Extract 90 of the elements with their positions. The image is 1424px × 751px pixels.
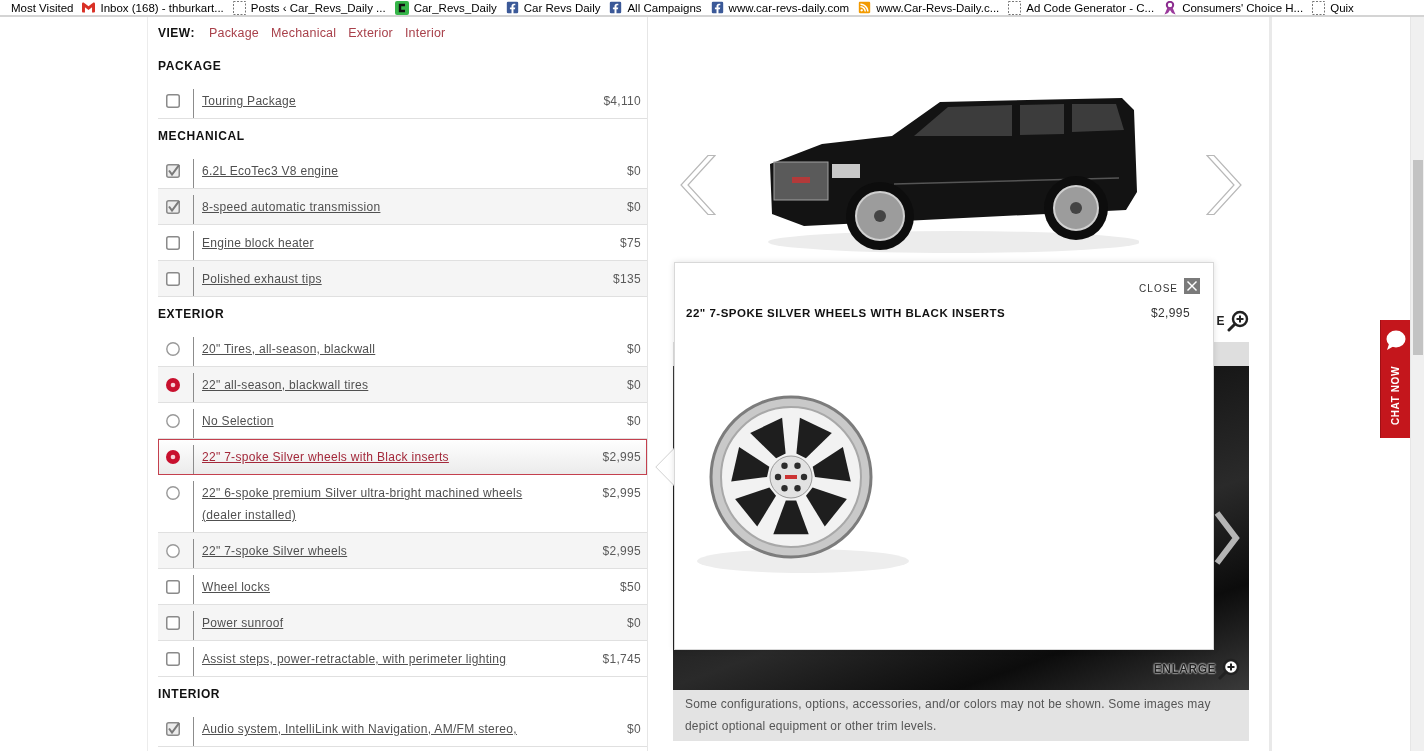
- bookmark-item[interactable]: Consumers' Choice H...: [1163, 0, 1304, 15]
- rss-icon: [858, 1, 872, 14]
- chat-bubble-icon: [1385, 330, 1406, 350]
- option-link[interactable]: Polished exhaust tips: [202, 268, 322, 290]
- chat-now-button[interactable]: CHAT NOW: [1380, 320, 1410, 438]
- radio-button[interactable]: [166, 342, 180, 356]
- option-link[interactable]: Touring Package: [202, 90, 296, 112]
- page-icon: [1008, 0, 1022, 15]
- view-link[interactable]: Package: [208, 26, 259, 40]
- bookmark-item[interactable]: Car_Revs_Daily: [394, 0, 497, 15]
- scrollbar-thumb[interactable]: [1412, 160, 1423, 355]
- bookmark-item[interactable]: Most Visited: [11, 0, 74, 15]
- option-link[interactable]: 22" 7-spoke Silver wheels: [202, 540, 348, 562]
- option-link[interactable]: Wheel locks: [202, 576, 270, 598]
- option-link[interactable]: Audio system, IntelliLink with Navigation, AM/FM stereo,: [202, 718, 517, 740]
- option-price: $2,995: [601, 543, 642, 560]
- mail-icon: [82, 1, 96, 14]
- option-link[interactable]: 22" 6-spoke premium Silver ultra-bright machined wheels (dealer installed): [202, 482, 555, 526]
- enlarge-button[interactable]: E: [1216, 310, 1249, 332]
- view-link[interactable]: Interior: [404, 26, 446, 40]
- radio-button[interactable]: [166, 486, 180, 500]
- option-price: $2,995: [601, 449, 642, 466]
- checkbox[interactable]: [166, 580, 180, 594]
- section-heading: EXTERIOR: [158, 306, 226, 323]
- option-price: $0: [626, 199, 642, 216]
- ribbon-icon: [1163, 0, 1178, 15]
- radio-button[interactable]: [166, 414, 180, 428]
- option-price: $1,745: [601, 651, 642, 668]
- radio-button[interactable]: [166, 378, 180, 392]
- option-price: $4,110: [602, 93, 642, 110]
- facebook-icon: [505, 1, 519, 14]
- option-link[interactable]: 22" 7-spoke Silver wheels with Black inserts: [202, 446, 449, 468]
- page-icon: [1312, 0, 1326, 15]
- view-label: VIEW:: [158, 26, 195, 40]
- checkbox[interactable]: [166, 272, 180, 286]
- section-heading: MECHANICAL: [158, 128, 246, 145]
- checkbox[interactable]: [166, 722, 180, 736]
- page-icon: [232, 0, 246, 15]
- popup-title: 22" 7-SPOKE SILVER WHEELS WITH BLACK INSERTS: [686, 306, 1006, 321]
- bookmark-item[interactable]: Inbox (168) - thburkart...: [82, 0, 224, 15]
- checkbox[interactable]: [166, 200, 180, 214]
- option-price: $50: [619, 579, 642, 596]
- option-price: $135: [612, 271, 642, 288]
- popup-price: $2,995: [1150, 305, 1190, 321]
- bookmark-item[interactable]: www.car-revs-daily.com: [710, 0, 850, 15]
- bookmark-item[interactable]: Car Revs Daily: [505, 0, 601, 15]
- bookmark-item[interactable]: www.Car-Revs-Daily.c...: [858, 0, 1000, 15]
- bookmark-item[interactable]: Posts ‹ Car_Revs_Daily ...: [232, 0, 386, 15]
- option-price: $0: [626, 341, 642, 358]
- option-price: $0: [626, 413, 642, 430]
- close-icon: [1184, 278, 1200, 294]
- option-link[interactable]: 6.2L EcoTec3 V8 engine: [202, 160, 339, 182]
- disclaimer-text: Some configurations, options, accessories, and/or colors may not be shown. Some images may depict optional equipment or other trim levels.: [673, 690, 1249, 741]
- bookmark-item[interactable]: Ad Code Generator - C...: [1008, 0, 1155, 15]
- enlarge-button[interactable]: ENLARGE: [1153, 658, 1240, 680]
- radio-button[interactable]: [166, 544, 180, 558]
- checkbox[interactable]: [166, 236, 180, 250]
- facebook-icon: [609, 1, 623, 14]
- option-link[interactable]: 20" Tires, all-season, blackwall: [202, 338, 376, 360]
- option-link[interactable]: Power sunroof: [202, 612, 284, 634]
- option-link[interactable]: Engine block heater: [202, 232, 314, 254]
- section-heading: INTERIOR: [158, 686, 222, 703]
- zoom-in-icon: [1227, 310, 1249, 332]
- scrollbar[interactable]: [1410, 17, 1424, 751]
- checkbox[interactable]: [166, 94, 180, 108]
- zoom-in-icon: [1218, 658, 1240, 680]
- checkbox[interactable]: [166, 164, 180, 178]
- section-heading: PACKAGE: [158, 58, 223, 75]
- option-price: $2,995: [601, 485, 642, 502]
- chevron-left-icon[interactable]: [680, 155, 716, 215]
- chevron-right-icon[interactable]: [1214, 510, 1240, 566]
- bookmark-item[interactable]: All Campaigns: [609, 0, 702, 15]
- option-price: $0: [626, 721, 642, 738]
- option-price: $0: [626, 615, 642, 632]
- facebook-icon: [710, 1, 724, 14]
- bookmark-item[interactable]: Quix: [1312, 0, 1354, 15]
- option-price: $0: [626, 163, 642, 180]
- option-price: $0: [626, 377, 642, 394]
- option-link[interactable]: 22" all-season, blackwall tires: [202, 374, 369, 396]
- option-link[interactable]: 8-speed automatic transmission: [202, 196, 381, 218]
- checkbox[interactable]: [166, 616, 180, 630]
- view-link[interactable]: Exterior: [348, 26, 393, 40]
- option-link[interactable]: No Selection: [202, 410, 274, 432]
- option-price: $75: [619, 235, 642, 252]
- checkbox[interactable]: [166, 652, 180, 666]
- square-logo-icon: [394, 0, 409, 15]
- radio-button[interactable]: [166, 450, 180, 464]
- option-link[interactable]: Assist steps, power-retractable, with perimeter lighting: [202, 648, 507, 670]
- view-link[interactable]: Mechanical: [271, 26, 337, 40]
- close-button[interactable]: CLOSE: [1139, 278, 1200, 294]
